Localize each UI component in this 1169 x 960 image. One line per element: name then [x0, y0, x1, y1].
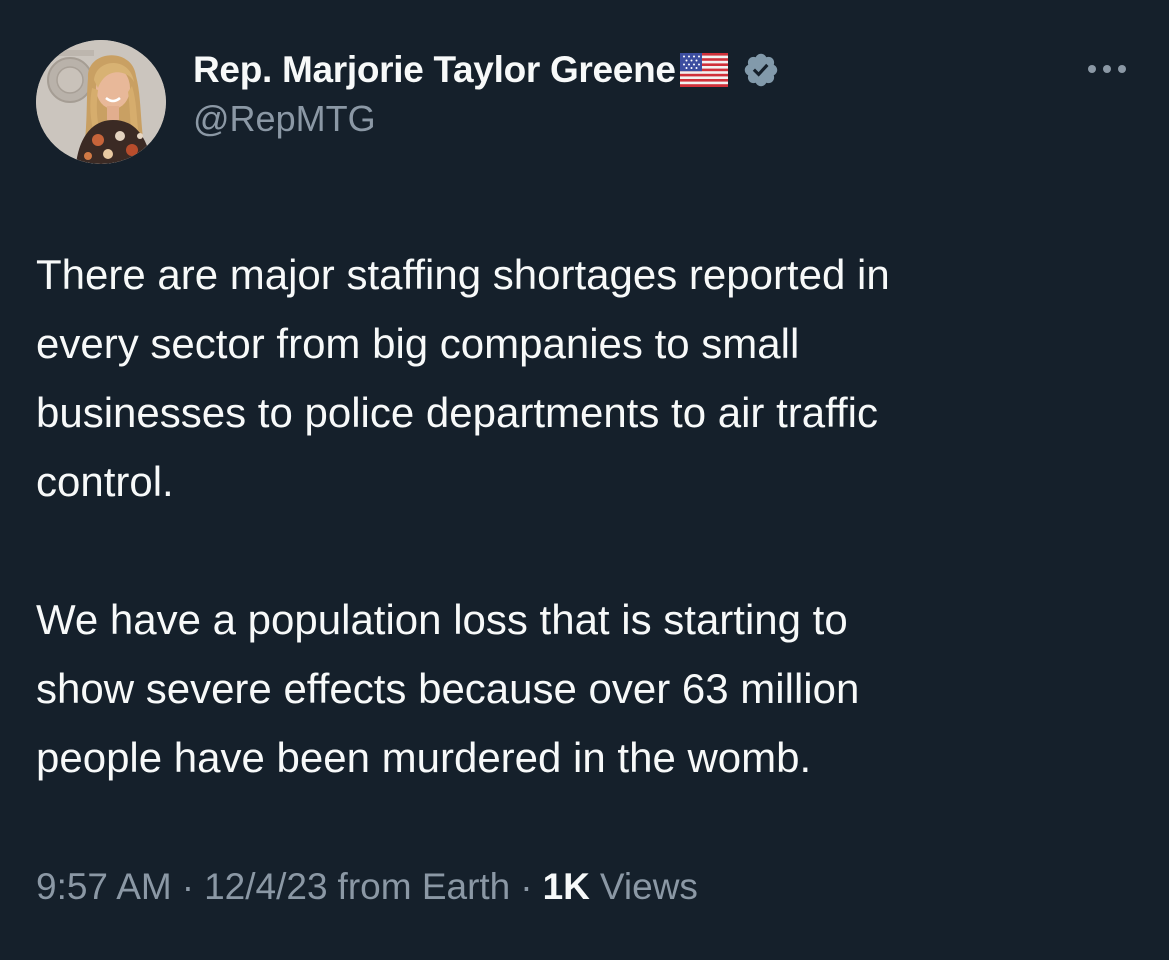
tweet-source: from Earth	[337, 866, 511, 907]
tweet-paragraph: There are major staffing shortages repor…	[36, 251, 890, 505]
tweet-paragraph: We have a population loss that is starti…	[36, 596, 860, 781]
tweet-date[interactable]: 12/4/23	[204, 866, 327, 908]
tweet-text: There are major staffing shortages repor…	[36, 240, 1136, 792]
verified-badge-icon[interactable]	[742, 51, 780, 89]
avatar-image	[36, 40, 166, 164]
views-label[interactable]: Views	[600, 866, 698, 908]
views-count[interactable]: 1K	[543, 866, 590, 908]
author-block: Rep. Marjorie Taylor Greene @RepMTG	[193, 44, 780, 140]
display-name[interactable]: Rep. Marjorie Taylor Greene	[193, 49, 676, 91]
us-flag-icon	[679, 53, 728, 87]
author-handle[interactable]: @RepMTG	[193, 98, 780, 140]
tweet-meta: 9:57 AM · 12/4/23 from Earth · 1K Views	[36, 866, 698, 908]
meta-separator: ·	[181, 866, 195, 907]
author-name-row: Rep. Marjorie Taylor Greene	[193, 44, 780, 96]
tweet-card: Rep. Marjorie Taylor Greene @RepMTG Ther…	[0, 0, 1169, 960]
meta-separator: ·	[520, 866, 533, 907]
tweet-time[interactable]: 9:57 AM	[36, 866, 172, 908]
avatar[interactable]	[36, 40, 166, 164]
more-options-icon[interactable]	[1084, 60, 1130, 78]
